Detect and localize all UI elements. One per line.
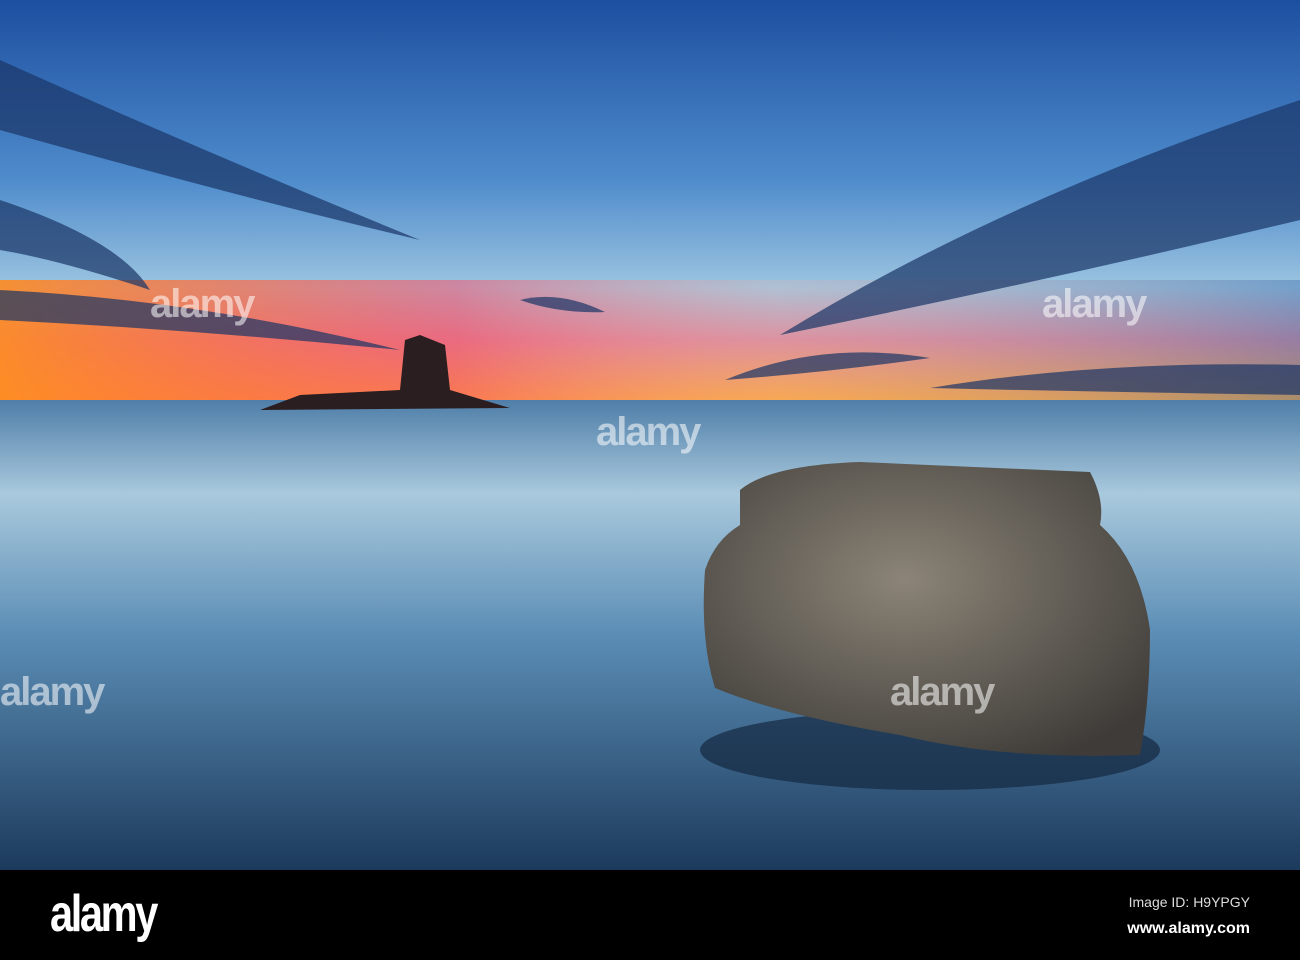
watermark: alamy	[0, 670, 105, 714]
watermark: alamy	[596, 410, 701, 454]
seascape-photo: alamy alamy alamy alamy alamy	[0, 0, 1300, 870]
image-id: Image ID: H9YPGY	[1128, 894, 1250, 910]
watermark: alamy	[890, 670, 995, 714]
site-link[interactable]: www.alamy.com	[1127, 920, 1250, 938]
watermark: alamy	[150, 282, 255, 326]
footer-bar: alamy Image ID: H9YPGY www.alamy.com	[0, 870, 1300, 960]
alamy-logo[interactable]: alamy	[50, 884, 158, 944]
watermark: alamy	[1042, 282, 1147, 326]
